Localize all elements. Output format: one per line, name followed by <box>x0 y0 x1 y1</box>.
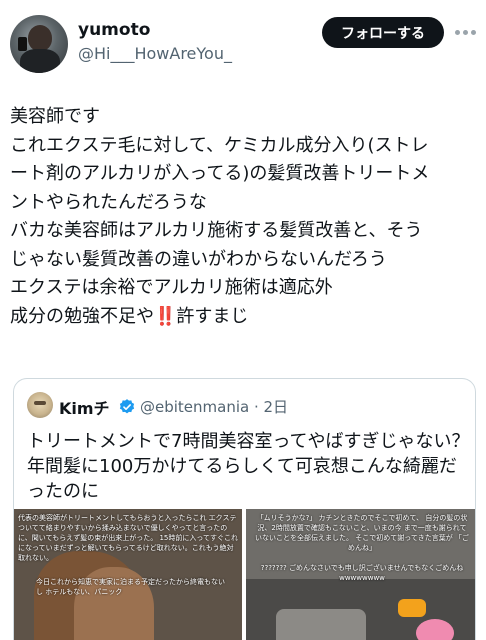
tweet-line: エクステは余裕でアルカリ施術は適応外 <box>10 277 333 298</box>
orange-brush <box>398 599 426 617</box>
quote-author-avatar[interactable] <box>27 392 53 418</box>
last-line-suffix: 許すまじ <box>176 305 249 327</box>
quote-line: 年間髪に100万かけてるらしくて可哀想こんな綺麗だ <box>27 456 457 477</box>
more-dots-icon[interactable] <box>455 28 479 36</box>
tweet-line: 美容師です <box>10 106 100 127</box>
tweet-line: ントやられたんだろうな <box>10 191 207 213</box>
avatar-head <box>28 25 52 51</box>
quote-handle-time[interactable]: @ebitenmania · 2日 <box>140 396 288 417</box>
salon-sink <box>276 609 366 640</box>
double-exclamation-icon: ‼️ <box>154 305 177 327</box>
author-avatar[interactable] <box>10 15 68 73</box>
tweet-header: yumoto @Hi___HowAreYou_ フォローする <box>0 0 486 80</box>
image-caption-top: 代表の美容師がトリートメントしてもらおうと入ったらこれ エクステついてて絡まりや… <box>18 514 239 562</box>
quote-media-image-1[interactable]: 代表の美容師がトリートメントしてもらおうと入ったらこれ エクステついてて絡まりや… <box>14 509 242 640</box>
follow-button[interactable]: フォローする <box>322 17 444 48</box>
tweet-line: これエクステ毛に対して、ケミカル成分入り(ストレ <box>10 134 429 156</box>
avatar-body <box>20 49 60 73</box>
pink-brush <box>416 619 454 640</box>
image-caption-bottom: ??????? ごめんなさいでも申し訳ございませんでもなくごめんね wwwwww… <box>260 564 464 582</box>
verified-badge-icon <box>119 399 135 414</box>
avatar-phone <box>18 37 27 51</box>
quoted-tweet[interactable]: Kimチ @ebitenmania · 2日 トリートメントで7時間美容室ってや… <box>13 378 476 640</box>
dot <box>455 29 460 35</box>
dot <box>471 29 476 35</box>
image-caption-top: 「ムリそうかな?」 カチンときたのでそこで初めて、 自分の髪の状況、2時間放置で… <box>255 514 469 552</box>
quote-line: ったのに <box>27 481 99 502</box>
quote-text: トリートメントで7時間美容室ってやばすぎじゃない？ 年間髪に100万かけてるらし… <box>27 429 470 504</box>
tweet-line-last: 成分の勉強不足や‼️許すまじ <box>10 303 480 332</box>
tweet-line: ート剤のアルカリが入ってる)の髪質改善トリートメ <box>10 163 430 184</box>
tweet-line: じゃない髪質改善の違いがわからないんだろう <box>10 248 387 270</box>
author-display-name[interactable]: yumoto <box>78 20 150 40</box>
tweet-line: バカな美容師はアルカリ施術する髪質改善と、そう <box>10 220 423 241</box>
author-handle[interactable]: @Hi___HowAreYou_ <box>78 44 232 63</box>
quote-author-name[interactable]: Kimチ <box>59 395 110 419</box>
quote-line: トリートメントで7時間美容室ってやばすぎじゃない？ <box>27 431 470 452</box>
dot <box>463 29 468 35</box>
image-caption-bottom: 今日これから知恵で実家に泊まる予定だったから終電もないし ホテルもない、パニック <box>36 578 225 596</box>
quote-media-image-2[interactable]: 「ムリそうかな?」 カチンときたのでそこで初めて、 自分の髪の状況、2時間放置で… <box>246 509 475 640</box>
tweet-text: 美容師です これエクステ毛に対して、ケミカル成分入り(ストレ ート剤のアルカリが… <box>10 103 480 331</box>
last-line-prefix: 成分の勉強不足や <box>10 305 154 327</box>
